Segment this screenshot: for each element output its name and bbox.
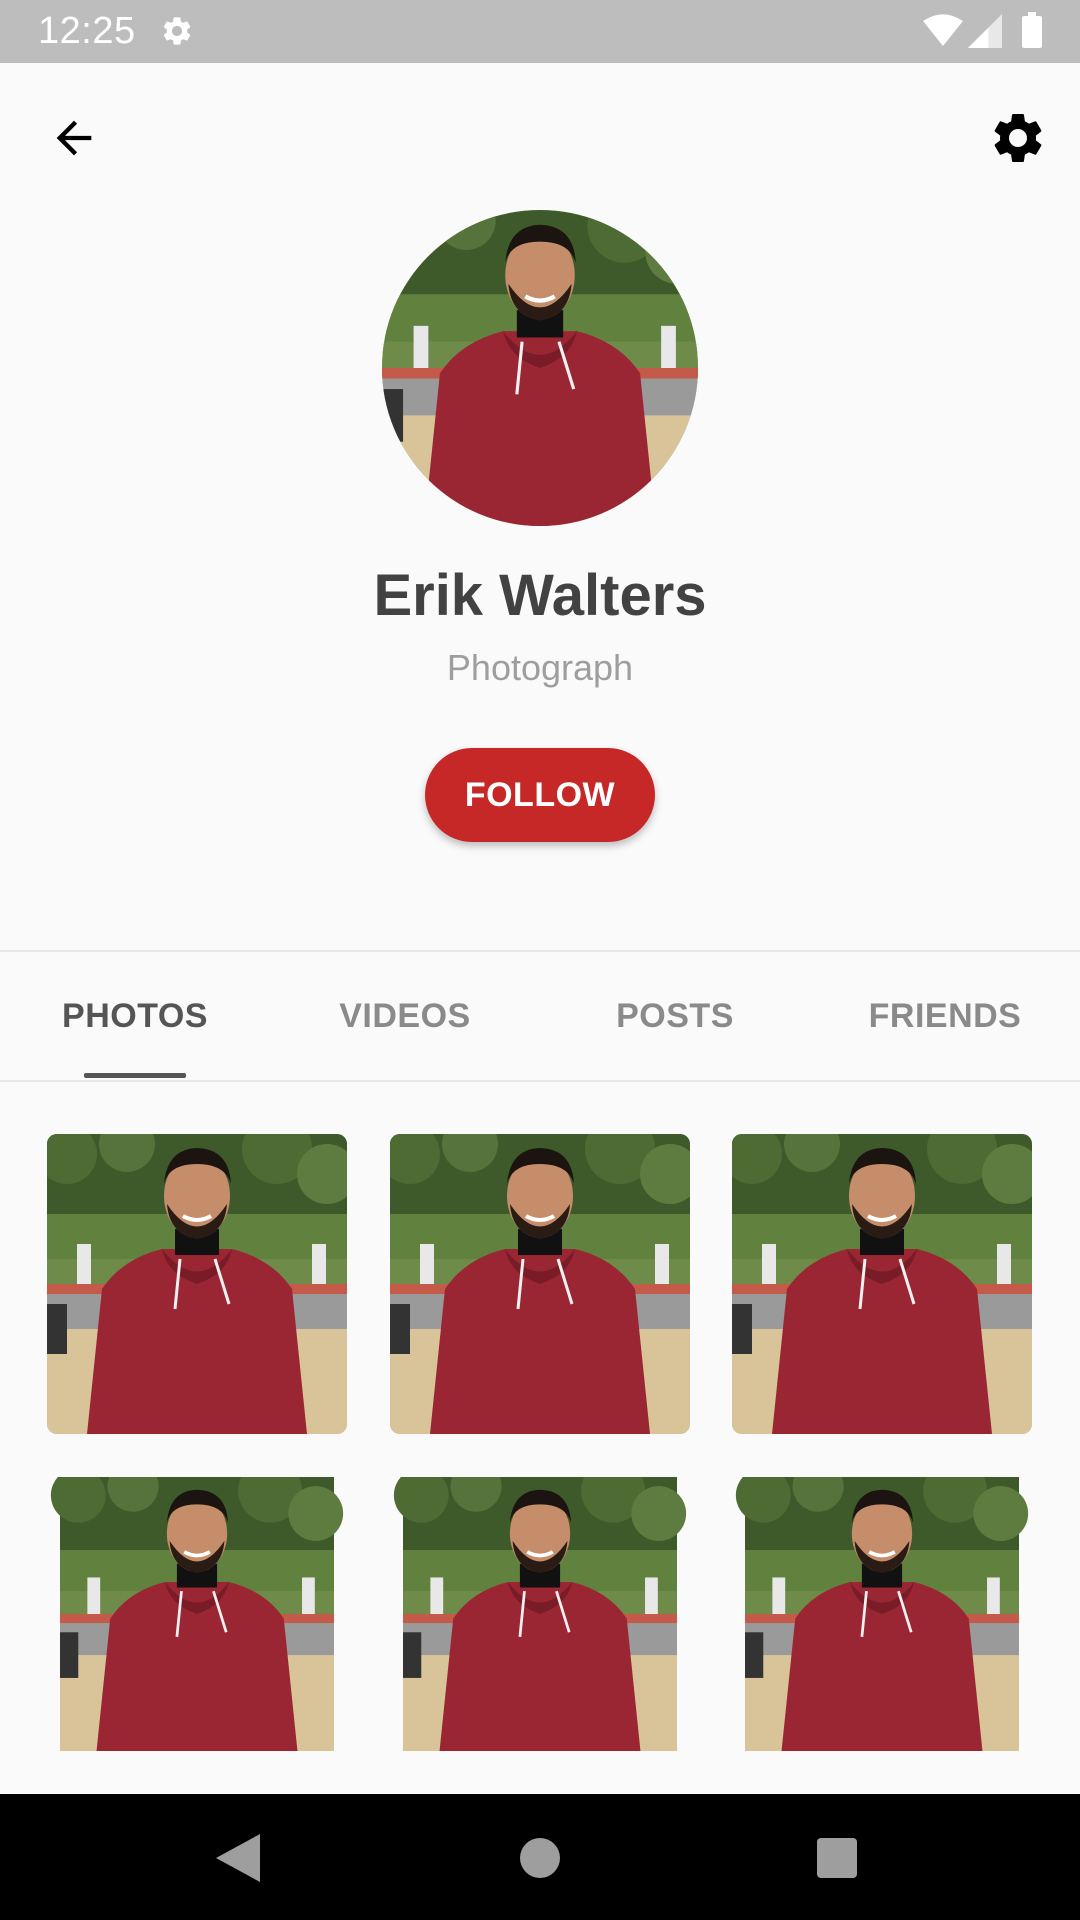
battery-icon [1022,12,1042,48]
status-time: 12:25 [38,10,136,52]
tab-videos[interactable]: VIDEOS [270,952,540,1080]
gear-icon[interactable] [988,108,1048,168]
profile-name: Erik Walters [373,563,707,628]
tab-friends[interactable]: FRIENDS [810,952,1080,1080]
photo-thumbnail[interactable] [47,1134,347,1434]
avatar[interactable] [382,210,698,526]
photo-thumbnail[interactable] [732,1477,1032,1751]
photo-thumbnail[interactable] [390,1134,690,1434]
gear-icon [163,17,191,45]
avatar-photo [382,210,698,526]
back-triangle-icon[interactable] [216,1834,260,1882]
wifi-icon [923,14,963,47]
tab-bar: PHOTOS VIDEOS POSTS FRIENDS [0,952,1080,1080]
photo-thumbnail[interactable] [47,1477,347,1751]
photo-thumbnail[interactable] [732,1134,1032,1434]
tab-posts[interactable]: POSTS [540,952,810,1080]
tab-indicator [84,1073,186,1078]
recents-square-icon[interactable] [817,1838,857,1878]
profile-screen: 12:25 Erik Walters Photograph FOLLOW PHO… [0,0,1080,1920]
arrow-left-icon[interactable] [44,112,104,164]
divider [0,1080,1080,1082]
tab-photos[interactable]: PHOTOS [0,952,270,1080]
photo-thumbnail[interactable] [390,1477,690,1751]
home-circle-icon[interactable] [520,1838,560,1878]
profile-role: Photograph [446,647,634,688]
status-bar: 12:25 [0,0,1080,63]
follow-button[interactable]: FOLLOW [425,748,655,842]
signal-icon [968,14,1002,48]
